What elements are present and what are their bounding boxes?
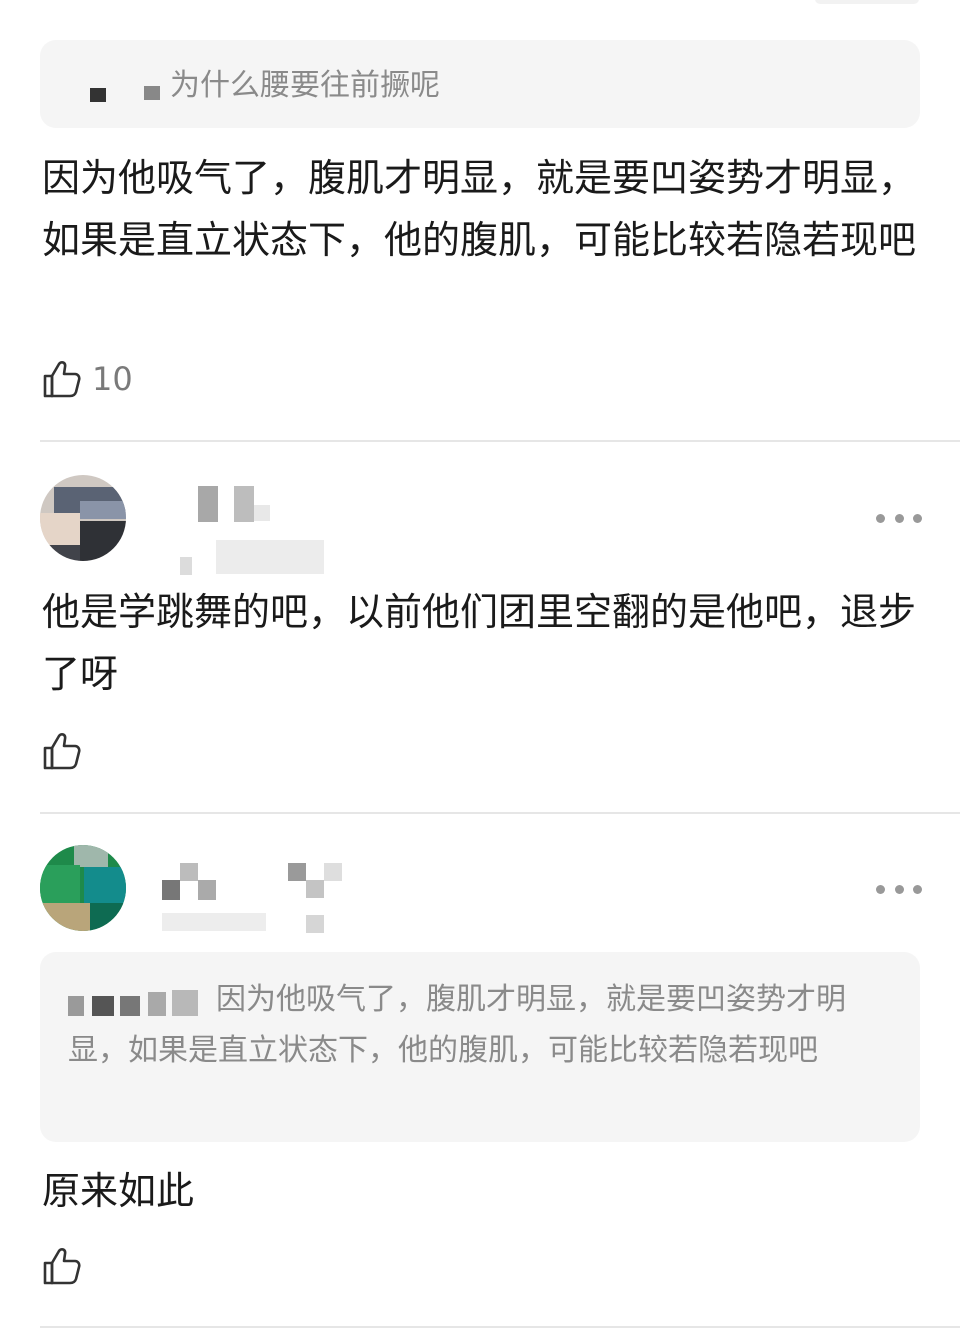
more-dots-icon[interactable] — [876, 511, 922, 525]
thumbs-up-icon — [43, 733, 81, 770]
thumbs-up-icon — [43, 361, 81, 398]
reply-quote-box[interactable]: 为什么腰要往前撅呢 — [40, 40, 920, 128]
divider — [40, 1326, 960, 1328]
masked-username — [68, 986, 200, 1016]
comment-text: 原来如此 — [42, 1169, 195, 1213]
comment-text: 他是学跳舞的吧，以前他们团里空翻的是他吧，退步了呀 — [42, 590, 917, 696]
reply-quote-text: 因为他吸气了，腹肌才明显，就是要凹姿势才明显，如果是直立状态下，他的腹肌，可能比… — [68, 982, 846, 1068]
previous-item-edge — [815, 0, 919, 4]
divider — [40, 812, 960, 814]
divider — [40, 440, 960, 442]
comment-text: 因为他吸气了，腹肌才明显，就是要凹姿势才明显，如果是直立状态下，他的腹肌，可能比… — [42, 156, 917, 262]
reply-quote-text: 为什么腰要往前撅呢 — [90, 60, 920, 111]
like-button[interactable] — [42, 1246, 82, 1286]
avatar[interactable] — [40, 475, 126, 561]
masked-username — [90, 72, 164, 102]
thumbs-up-icon — [43, 1248, 81, 1285]
like-button[interactable] — [42, 731, 82, 771]
more-dots-icon[interactable] — [876, 882, 922, 896]
like-button[interactable]: 10 — [42, 359, 133, 399]
reply-quote-box[interactable]: 因为他吸气了，腹肌才明显，就是要凹姿势才明显，如果是直立状态下，他的腹肌，可能比… — [40, 952, 920, 1142]
avatar[interactable] — [40, 845, 126, 931]
like-count: 10 — [92, 360, 133, 398]
